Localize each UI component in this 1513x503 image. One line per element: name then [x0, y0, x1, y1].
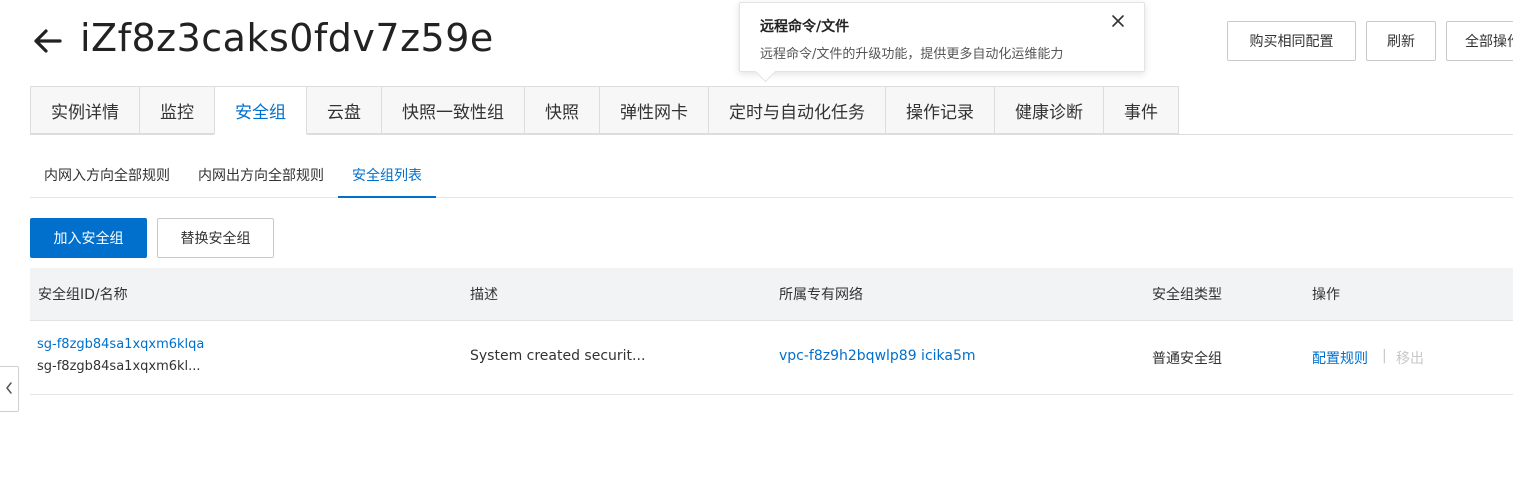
tab-security-groups[interactable]: 安全组 [214, 86, 307, 135]
security-group-name: sg-f8zgb84sa1xqxm6kl... [37, 359, 201, 374]
tab-snapshot-consistency-groups[interactable]: 快照一致性组 [381, 86, 525, 134]
configure-rules-link[interactable]: 配置规则 [1312, 348, 1368, 368]
all-actions-button[interactable]: 全部操作 [1446, 21, 1513, 61]
page-title: iZf8z3caks0fdv7z59e [80, 16, 494, 60]
subtab-outbound-rules[interactable]: 内网出方向全部规则 [184, 154, 338, 198]
subtab-security-group-list[interactable]: 安全组列表 [338, 154, 436, 198]
table-header: 安全组ID/名称 描述 所属专有网络 安全组类型 操作 [30, 268, 1513, 321]
tab-operation-logs[interactable]: 操作记录 [885, 86, 995, 134]
tooltip-title: 远程命令/文件 [760, 19, 850, 35]
column-header-description: 描述 [470, 287, 498, 303]
sub-tabs: 内网入方向全部规则 内网出方向全部规则 安全组列表 [30, 154, 436, 198]
tab-instance-details[interactable]: 实例详情 [30, 86, 140, 134]
arrow-left-icon[interactable] [30, 24, 64, 58]
chevron-left-icon [4, 380, 14, 399]
tab-scheduled-automation-tasks[interactable]: 定时与自动化任务 [708, 86, 886, 134]
join-security-group-button[interactable]: 加入安全组 [30, 218, 147, 258]
security-group-description: System created securit... [470, 348, 646, 364]
subtab-inbound-rules[interactable]: 内网入方向全部规则 [30, 154, 184, 198]
refresh-button[interactable]: 刷新 [1366, 21, 1436, 61]
table-row: sg-f8zgb84sa1xqxm6klqa sg-f8zgb84sa1xqxm… [30, 321, 1513, 395]
security-group-id-link[interactable]: sg-f8zgb84sa1xqxm6klqa [37, 337, 204, 352]
tab-elastic-network-interfaces[interactable]: 弹性网卡 [599, 86, 709, 134]
tooltip-arrow [754, 60, 777, 83]
tab-cloud-disks[interactable]: 云盘 [306, 86, 382, 134]
close-icon[interactable] [1110, 13, 1126, 29]
vpc-link[interactable]: vpc-f8z9h2bqwlp89 icika5m [779, 348, 976, 364]
remove-link[interactable]: 移出 [1396, 348, 1424, 368]
tooltip-body: 远程命令/文件的升级功能，提供更多自动化运维能力 [760, 47, 1064, 62]
tab-snapshots[interactable]: 快照 [524, 86, 600, 134]
column-header-id-name: 安全组ID/名称 [38, 287, 128, 303]
column-header-vpc: 所属专有网络 [779, 287, 863, 303]
security-group-type: 普通安全组 [1152, 351, 1222, 367]
main-tabs: 实例详情 监控 安全组 云盘 快照一致性组 快照 弹性网卡 定时与自动化任务 操… [30, 86, 1179, 135]
buy-same-config-button[interactable]: 购买相同配置 [1227, 21, 1356, 61]
column-header-type: 安全组类型 [1152, 287, 1222, 303]
tab-health-diagnosis[interactable]: 健康诊断 [994, 86, 1104, 134]
sidebar-toggle-handle[interactable] [0, 366, 19, 412]
column-header-actions: 操作 [1312, 287, 1340, 303]
action-separator: | [1382, 348, 1387, 364]
remote-command-tooltip: 远程命令/文件 远程命令/文件的升级功能，提供更多自动化运维能力 [739, 2, 1145, 83]
replace-security-group-button[interactable]: 替换安全组 [157, 218, 274, 258]
tab-monitoring[interactable]: 监控 [139, 86, 215, 134]
tab-events[interactable]: 事件 [1103, 86, 1179, 134]
